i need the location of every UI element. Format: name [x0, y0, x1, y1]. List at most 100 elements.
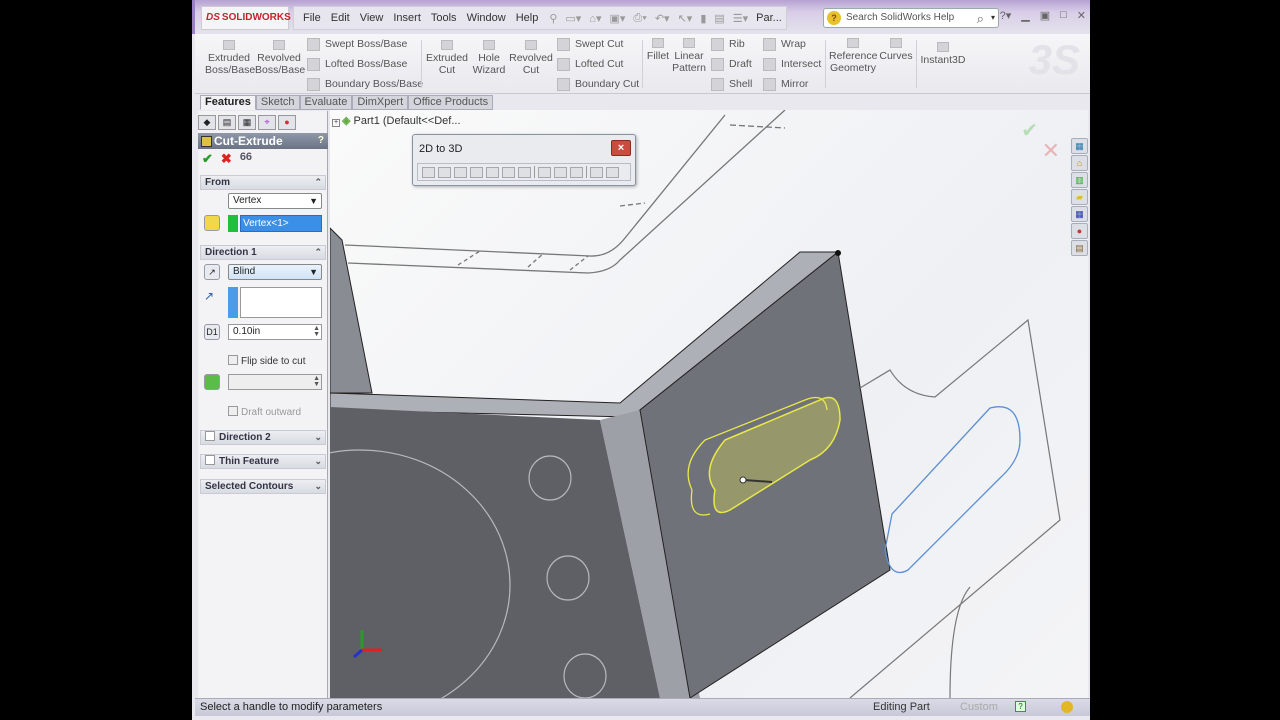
reference-geometry-button[interactable]: Reference Geometry — [829, 38, 877, 74]
linear-pattern-button[interactable]: Linear Pattern — [671, 38, 707, 74]
bottom-view-icon[interactable] — [486, 166, 499, 178]
back-view-icon[interactable] — [502, 166, 515, 178]
feature-tree-root[interactable]: + ◈ Part1 (Default<<Def... — [332, 114, 461, 127]
depth-input[interactable]: 0.10in ▲ ▼ — [228, 324, 322, 340]
restore-icon[interactable]: ▣ — [1040, 9, 1050, 22]
graphics-area[interactable]: + ◈ Part1 (Default<<Def... 2D to 3D × ✔ ✕… — [330, 110, 1088, 698]
selected-slot-contour[interactable] — [884, 406, 1021, 574]
rib-button[interactable]: Rib — [709, 38, 745, 51]
section-selected-contours[interactable]: Selected Contours ⌄ — [200, 479, 326, 494]
maximize-icon[interactable]: □ — [1060, 9, 1067, 22]
custom-properties-icon[interactable]: ▤ — [1071, 240, 1088, 256]
menu-help[interactable]: Help — [516, 12, 539, 24]
expand-chevron-icon[interactable]: ⌄ — [314, 480, 322, 493]
expand-chevron-icon[interactable]: ⌄ — [314, 455, 322, 468]
configuration-manager-tab-icon[interactable]: ▦ — [238, 115, 256, 130]
menu-tools[interactable]: Tools — [431, 12, 457, 24]
draft-outward-checkbox[interactable]: Draft outward — [228, 406, 301, 418]
search-help-input[interactable]: ? Search SolidWorks Help ⌕ ▾ — [823, 8, 999, 28]
new-sketch-icon[interactable] — [538, 166, 551, 178]
print-icon[interactable]: ⎙▾ — [633, 12, 646, 25]
draft-button[interactable]: Draft — [709, 58, 752, 71]
property-manager-tab-icon[interactable]: ▤ — [218, 115, 236, 130]
extrude-icon[interactable] — [590, 166, 603, 178]
add-to-sketch-icon[interactable] — [554, 166, 567, 178]
revolved-cut-button[interactable]: Revolved Cut — [509, 40, 553, 76]
appearances-icon[interactable]: ● — [1071, 223, 1088, 239]
lofted-cut-button[interactable]: Lofted Cut — [555, 58, 623, 71]
from-selection-box[interactable]: Vertex<1> — [240, 215, 322, 232]
select-icon[interactable]: ↖▾ — [678, 12, 693, 25]
section-from[interactable]: From ⌃ — [200, 175, 326, 190]
shell-button[interactable]: Shell — [709, 78, 752, 91]
rebuild-icon[interactable]: ▮ — [700, 12, 706, 25]
direction-selection-box[interactable] — [240, 287, 322, 318]
cancel-x-icon[interactable]: ✖ — [221, 151, 232, 167]
right-view-icon[interactable] — [454, 166, 467, 178]
tab-office-products[interactable]: Office Products — [408, 95, 494, 110]
resources-icon[interactable]: ▦ — [1071, 138, 1088, 154]
home-icon[interactable]: ⌂ — [1071, 155, 1088, 171]
minimize-icon[interactable]: ▁ — [1021, 9, 1029, 22]
search-icon[interactable]: ⌕ — [977, 10, 984, 28]
model-view[interactable] — [330, 110, 1088, 698]
left-view-icon[interactable] — [470, 166, 483, 178]
new-document-icon[interactable]: ▭▾ — [565, 12, 581, 25]
tab-sketch[interactable]: Sketch — [255, 95, 300, 110]
open-icon[interactable]: ⌂▾ — [589, 12, 601, 25]
spin-arrows-icon[interactable]: ▲ ▼ — [313, 375, 320, 388]
menu-insert[interactable]: Insert — [393, 12, 421, 24]
tab-evaluate[interactable]: Evaluate — [299, 95, 353, 110]
help-icon[interactable]: ? — [318, 133, 324, 149]
menu-window[interactable]: Window — [467, 12, 506, 24]
enable-checkbox[interactable] — [205, 455, 215, 465]
section-direction-1[interactable]: Direction 1 ⌃ — [200, 245, 326, 260]
wrap-button[interactable]: Wrap — [761, 38, 806, 51]
menu-file[interactable]: File — [303, 12, 321, 24]
menu-edit[interactable]: Edit — [331, 12, 350, 24]
extruded-cut-button[interactable]: Extruded Cut — [425, 40, 469, 76]
tab-dimxpert[interactable]: DimXpert — [352, 95, 409, 110]
boundary-cut-button[interactable]: Boundary Cut — [555, 78, 639, 91]
undo-icon[interactable]: ↶▾ — [655, 12, 670, 25]
reverse-direction-icon[interactable]: ↗ — [204, 264, 220, 280]
draft-on-off-icon[interactable] — [204, 374, 220, 390]
collapse-chevron-icon[interactable]: ⌃ — [314, 176, 322, 189]
end-condition-select[interactable]: Blind ▼ — [228, 264, 322, 280]
mirror-button[interactable]: Mirror — [761, 78, 808, 91]
save-icon[interactable]: ▣▾ — [609, 12, 625, 25]
tab-features[interactable]: Features — [200, 95, 256, 110]
lofted-boss-button[interactable]: Lofted Boss/Base — [305, 58, 407, 71]
quick-tips-icon[interactable]: ? — [1015, 701, 1026, 712]
options-icon[interactable]: ☰▾ — [733, 12, 748, 25]
pin-icon[interactable]: ⚲ — [549, 12, 557, 25]
units-selector[interactable]: Custom — [960, 699, 998, 716]
align-sketch-icon[interactable] — [570, 166, 583, 178]
help-icon[interactable]: ?▾ — [1000, 9, 1012, 22]
cut-icon[interactable] — [606, 166, 619, 178]
confirm-ok-icon[interactable]: ✔ — [1021, 118, 1038, 143]
spin-arrows-icon[interactable]: ▲ ▼ — [313, 325, 320, 338]
confirm-cancel-icon[interactable]: ✕ — [1042, 138, 1060, 164]
ok-check-icon[interactable]: ✔ — [202, 151, 213, 167]
preview-glasses-icon[interactable]: 66 — [240, 151, 252, 167]
instant3d-button[interactable]: Instant3D — [919, 42, 967, 66]
hole-wizard-button[interactable]: Hole Wizard — [469, 40, 509, 76]
solidworks-logo[interactable]: DS SOLIDWORKS — [201, 6, 291, 30]
boundary-boss-button[interactable]: Boundary Boss/Base — [305, 78, 423, 91]
section-thin-feature[interactable]: Thin Feature ⌄ — [200, 454, 326, 469]
expand-icon[interactable]: + — [332, 119, 340, 127]
chevron-down-icon[interactable]: ▾ — [991, 9, 995, 27]
rebuild-status-icon[interactable] — [1061, 701, 1073, 713]
menu-view[interactable]: View — [360, 12, 384, 24]
intersect-button[interactable]: Intersect — [761, 58, 821, 71]
file-properties-icon[interactable]: ▤ — [714, 12, 724, 25]
display-manager-tab-icon[interactable]: ● — [278, 115, 296, 130]
fillet-button[interactable]: Fillet — [645, 38, 671, 62]
flip-side-checkbox[interactable]: Flip side to cut — [228, 355, 305, 367]
auxiliary-view-icon[interactable] — [518, 166, 531, 178]
close-icon[interactable]: ✕ — [1077, 9, 1086, 22]
swept-boss-button[interactable]: Swept Boss/Base — [305, 38, 407, 51]
collapse-chevron-icon[interactable]: ⌃ — [314, 246, 322, 259]
design-library-icon[interactable]: ▥ — [1071, 172, 1088, 188]
